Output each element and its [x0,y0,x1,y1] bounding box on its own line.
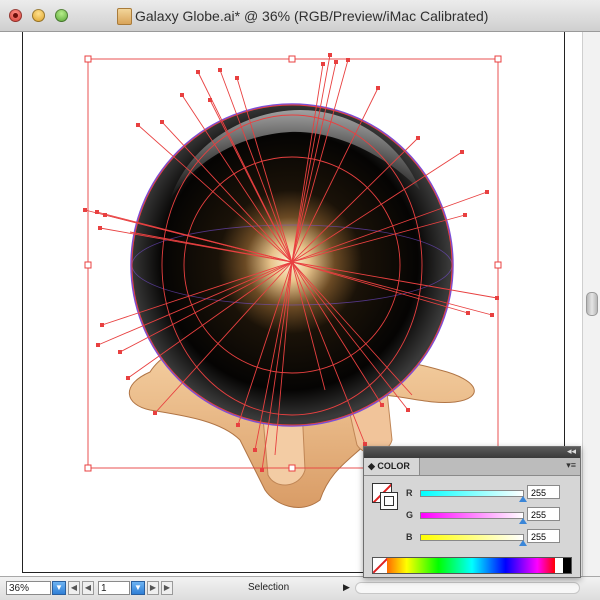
vertical-scrollbar[interactable] [582,32,600,576]
last-artboard-button[interactable]: ▶ [161,581,173,595]
color-panel[interactable]: ◂◂ ◆ COLOR ▾≡ R 255 G 255 B 255 [363,446,581,578]
tab-color[interactable]: ◆ COLOR [364,458,420,475]
blue-slider[interactable] [420,534,524,541]
status-menu-arrow-icon[interactable]: ▶ [343,582,350,593]
artboard-number-field[interactable]: 1 [98,581,130,595]
illustrator-window: Galaxy Globe.ai* @ 36% (RGB/Preview/iMac… [0,0,600,600]
red-value-field[interactable]: 255 [527,485,560,499]
none-color-swatch[interactable] [373,558,387,573]
blue-channel-label: B [406,532,413,542]
green-slider-thumb[interactable] [519,518,527,524]
red-channel-label: R [406,488,413,498]
stroke-swatch[interactable] [380,492,398,510]
red-slider-thumb[interactable] [519,496,527,502]
artboard-dropdown-button[interactable]: ▼ [131,581,145,595]
panel-tab-bar: ◆ COLOR ▾≡ [364,458,580,476]
tab-color-label: COLOR [377,461,410,471]
status-bar: 36% ▼ ◀ ◀ 1 ▼ ▶ ▶ Selection ▶ [0,576,600,600]
zoom-field[interactable]: 36% [6,581,51,595]
blue-value-field[interactable]: 255 [527,529,560,543]
panel-menu-icon[interactable]: ▾≡ [566,460,576,471]
zoom-dropdown-button[interactable]: ▼ [52,581,66,595]
green-channel-label: G [406,510,414,520]
red-slider[interactable] [420,490,524,497]
panel-collapse-icon[interactable]: ◂◂ [567,446,576,457]
close-window-button[interactable] [9,9,22,22]
panel-title-strip[interactable]: ◂◂ [364,446,580,458]
zoom-window-button[interactable] [55,9,68,22]
title-bar[interactable]: Galaxy Globe.ai* @ 36% (RGB/Preview/iMac… [0,0,600,32]
document-icon [117,8,132,25]
previous-artboard-button[interactable]: ◀ [82,581,94,595]
horizontal-scrollbar[interactable] [355,582,580,594]
minimize-window-button[interactable] [32,9,45,22]
blue-slider-thumb[interactable] [519,540,527,546]
window-title: Galaxy Globe.ai* @ 36% (RGB/Preview/iMac… [135,8,489,24]
first-artboard-button[interactable]: ◀ [68,581,80,595]
green-value-field[interactable]: 255 [527,507,560,521]
status-tool-label: Selection [248,582,290,593]
vertical-scroll-thumb[interactable] [586,292,598,316]
next-artboard-button[interactable]: ▶ [147,581,159,595]
color-spectrum-bar[interactable] [372,557,572,574]
green-slider[interactable] [420,512,524,519]
